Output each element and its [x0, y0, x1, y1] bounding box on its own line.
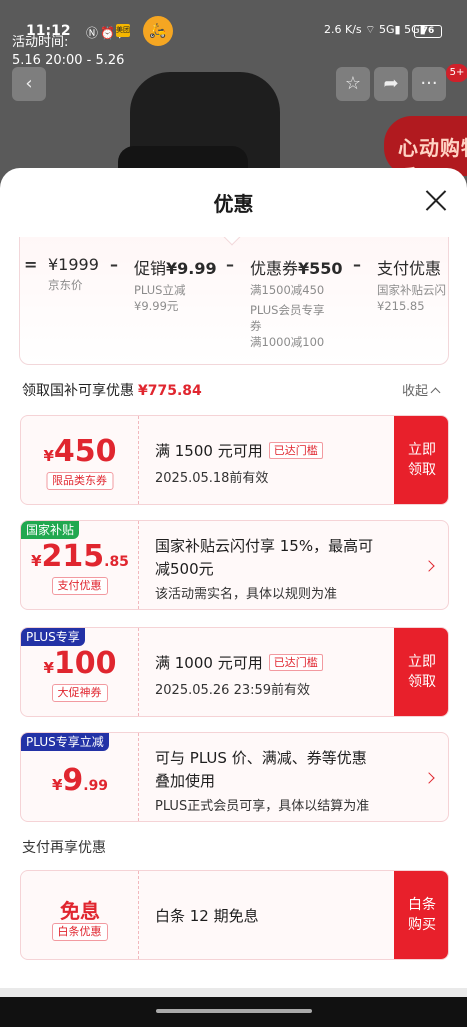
alarm-icon: ⏰ — [100, 26, 117, 40]
status-right: 2.6 K/s ⌔ 5G▮ 5G▮ — [324, 23, 426, 37]
coupon-info: 可与 PLUS 价、满减、券等优惠 叠加使用 PLUS正式会员可享，具体以结算为… — [155, 747, 369, 814]
nfc-icon: Ⓝ — [86, 26, 101, 40]
payment-section-label: 支付再享优惠 — [22, 840, 106, 856]
chevron-left-icon: ‹ — [25, 73, 33, 94]
total-discount-row: 领取国补可享优惠 ¥775.84 — [22, 380, 202, 400]
coupon-card[interactable]: ¥215.85 支付优惠 国家补贴 国家补贴云闪付享 15%，最高可 减500元… — [20, 520, 449, 610]
coupon-value: ¥9.99 — [51, 763, 109, 798]
baitiao-buy-button[interactable]: 白条购买 — [394, 871, 448, 959]
sheet-bottom-divider — [0, 988, 467, 997]
coupon-card: ¥100 大促神券 PLUS专享 满 1000 元可用 已达门槛 2025.05.… — [20, 627, 449, 717]
message-badge: 5+ — [446, 64, 467, 82]
coupon-line4: 满1000减100 — [250, 335, 325, 349]
home-indicator[interactable] — [156, 1009, 312, 1013]
coupon-info: 白条 12 期免息 — [155, 905, 259, 926]
promo-line1: PLUS立减 — [134, 283, 186, 297]
coupon-card: ¥450 限品类东券 满 1500 元可用 已达门槛 2025.05.18前有效 … — [20, 415, 449, 505]
coupon-description: 可与 PLUS 价、满减、券等优惠 — [155, 749, 367, 767]
coupon-expiry: 2025.05.26 23:59前有效 — [155, 683, 311, 698]
claim-button[interactable]: 立即领取 — [394, 628, 448, 716]
threshold-met-tag: 已达门槛 — [268, 654, 323, 671]
coupon-note: PLUS正式会员可享，具体以结算为准 — [155, 799, 370, 814]
price-label: 京东价 — [48, 278, 83, 292]
coupon-value-area: ¥450 限品类东券 — [21, 416, 139, 504]
close-icon[interactable] — [424, 188, 448, 212]
coupon-description-2: 减500元 — [155, 560, 214, 578]
coupon-line1: 满1500减450 — [250, 283, 325, 297]
back-button[interactable]: ‹ — [12, 67, 46, 101]
coupon-type-tag: 限品类东券 — [46, 472, 113, 490]
coupon-description: 国家补贴云闪付享 15%，最高可 — [155, 537, 374, 555]
share-icon: ➦ — [383, 73, 399, 94]
favorite-button[interactable]: ☆ — [336, 67, 370, 101]
wifi-icon: ⌔ — [365, 23, 376, 36]
coupon-info: 满 1000 元可用 已达门槛 2025.05.26 23:59前有效 — [155, 652, 323, 698]
plus-discount-badge: PLUS专享立减 — [21, 733, 109, 751]
coupon-note: 该活动需实名，具体以规则为准 — [155, 587, 338, 602]
coupon-expiry: 2025.05.18前有效 — [155, 471, 269, 486]
minus-sign-2: – — [226, 255, 234, 274]
promo-banner[interactable]: 心动购物季 — [384, 116, 467, 189]
coupon-value: ¥100 — [43, 646, 117, 681]
threshold-met-tag: 已达门槛 — [268, 442, 323, 459]
coupon-line2: PLUS会员专享 — [250, 303, 325, 317]
coupon-type-tag: 支付优惠 — [51, 577, 108, 595]
network-speed: 2.6 K/s — [324, 23, 362, 36]
minus-sign-3: – — [353, 255, 361, 274]
more-icon: ··· — [420, 73, 438, 94]
coupon-type-tag: 大促神券 — [51, 684, 108, 702]
status-bar: 11:12 Ⓝ⏰ᛒ 美团 🛵 2.6 K/s ⌔ 5G▮ 5G▮ 76 — [0, 0, 467, 46]
floating-app-icon[interactable]: 🛵 — [143, 16, 173, 46]
collapse-label: 收起 — [402, 384, 429, 399]
signal-5g-icon: 5G▮ — [379, 23, 401, 36]
baitiao-card: 免息 白条优惠 白条 12 期免息 白条购买 — [20, 870, 449, 960]
coupon-type-tag: 白条优惠 — [51, 923, 108, 941]
chevron-right-icon — [423, 560, 435, 572]
meituan-icon: 美团 — [116, 24, 130, 37]
share-button[interactable]: ➦ — [374, 67, 408, 101]
more-button[interactable]: ··· — [412, 67, 446, 101]
formula-pay: 支付优惠 国家补贴云闪 ¥215.85 — [377, 255, 446, 314]
pay-line2: ¥215.85 — [377, 299, 425, 313]
promo-main: 促销¥9.99 — [134, 259, 217, 278]
coupon-line3: 券 — [250, 319, 262, 333]
chevron-right-icon — [423, 772, 435, 784]
star-icon: ☆ — [344, 73, 362, 94]
equals-sign: = — [24, 255, 38, 274]
coupon-description-2: 叠加使用 — [155, 772, 216, 790]
sheet-title: 优惠 — [213, 192, 254, 216]
chevron-up-icon — [430, 387, 441, 398]
formula-notch — [223, 237, 241, 246]
total-discount-label: 领取国补可享优惠 — [22, 383, 134, 399]
plus-exclusive-badge: PLUS专享 — [21, 628, 85, 646]
minus-sign: – — [110, 255, 118, 274]
battery-icon: 76 — [414, 25, 442, 38]
formula-price: ¥1999 京东价 — [48, 255, 99, 293]
promo-line2: ¥9.99元 — [134, 299, 179, 313]
interest-free-title: 免息 — [60, 899, 100, 923]
formula-promo: 促销¥9.99 PLUS立减 ¥9.99元 — [134, 255, 217, 314]
coupon-value: ¥215.85 — [31, 539, 129, 574]
pay-main: 支付优惠 — [377, 259, 442, 278]
total-discount-amount: ¥775.84 — [138, 383, 202, 399]
coupon-main: 优惠券¥550 — [250, 259, 343, 278]
installment-text: 白条 12 期免息 — [155, 907, 259, 925]
price-formula: = ¥1999 京东价 – 促销¥9.99 PLUS立减 ¥9.99元 – 优惠… — [19, 237, 449, 365]
pay-line1: 国家补贴云闪 — [377, 283, 446, 297]
status-time: 11:12 — [26, 23, 71, 39]
claim-button[interactable]: 立即领取 — [394, 416, 448, 504]
formula-coupon: 优惠券¥550 满1500减450 PLUS会员专享 券 满1000减100 — [250, 255, 343, 350]
navigation-bar — [0, 997, 467, 1027]
collapse-button[interactable]: 收起 — [402, 380, 441, 399]
coupon-value: ¥450 — [43, 434, 117, 469]
coupon-condition: 满 1500 元可用 已达门槛 — [155, 440, 323, 461]
price-amount: ¥1999 — [48, 255, 99, 274]
coupon-condition: 满 1000 元可用 已达门槛 — [155, 652, 323, 673]
coupon-info: 国家补贴云闪付享 15%，最高可 减500元 该活动需实名，具体以规则为准 — [155, 535, 373, 602]
discount-sheet: 优惠 = ¥1999 京东价 – 促销¥9.99 PLUS立减 ¥9.99元 –… — [0, 168, 467, 988]
coupon-info: 满 1500 元可用 已达门槛 2025.05.18前有效 — [155, 440, 323, 486]
coupon-value-area: 免息 白条优惠 — [21, 871, 139, 959]
national-subsidy-badge: 国家补贴 — [21, 521, 80, 539]
coupon-card[interactable]: ¥9.99 PLUS专享立减 可与 PLUS 价、满减、券等优惠 叠加使用 PL… — [20, 732, 449, 822]
